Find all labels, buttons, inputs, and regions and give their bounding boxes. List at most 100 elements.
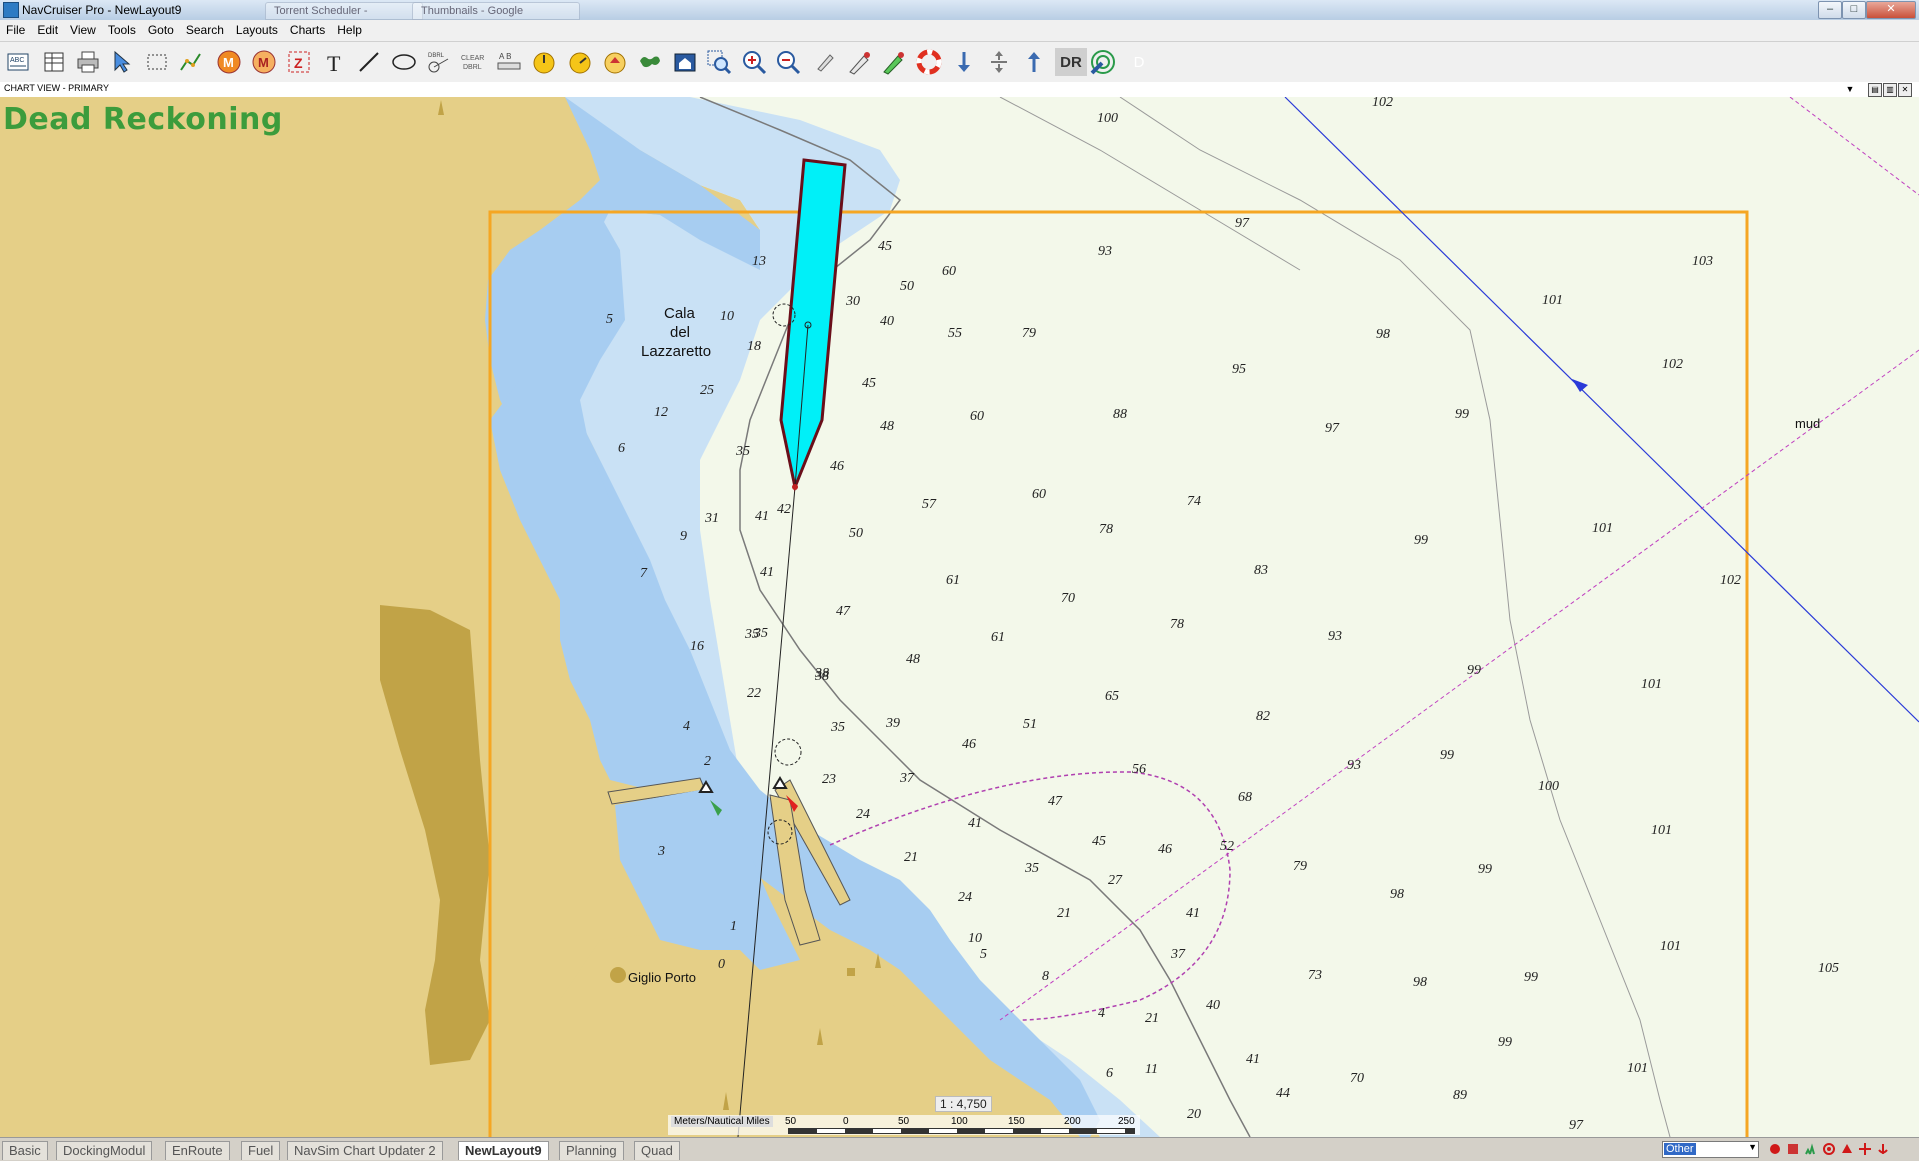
tab-fuel[interactable]: Fuel [241, 1141, 281, 1160]
mark-waypoint-icon[interactable]: M [250, 48, 278, 76]
depth-sounding: 45 [878, 239, 892, 254]
zoom-in-icon[interactable] [740, 48, 768, 76]
depth-sounding: 24 [856, 807, 870, 822]
gps-icon[interactable] [1840, 1142, 1854, 1156]
depth-sounding: 61 [991, 630, 1005, 645]
depth-sounding: 13 [752, 254, 766, 269]
anchor-icon[interactable] [1876, 1142, 1890, 1156]
chevron-down-icon[interactable]: ▼ [1748, 1142, 1757, 1152]
maximize-button[interactable]: □ [1842, 1, 1866, 19]
route-list-icon[interactable]: ABC [4, 48, 32, 76]
text-icon[interactable]: T [321, 48, 349, 76]
depth-sounding: 100 [1538, 779, 1559, 794]
depth-sounding: 93 [1347, 758, 1361, 773]
select-rectangle-icon[interactable] [143, 48, 171, 76]
chart-view-selector[interactable]: CHART VIEW - PRIMARY ▼ ▤ ▥ ✕ [0, 82, 1919, 98]
depth-sounding: 93 [1328, 629, 1342, 644]
depth-sounding: 46 [1158, 842, 1172, 857]
depth-sounding: 105 [1818, 961, 1839, 976]
dead-reckoning-button[interactable]: DR [1055, 48, 1087, 76]
arrow-up-icon[interactable] [1020, 48, 1048, 76]
nautical-chart[interactable]: Cala del Lazzaretto Giglio Porto mud 100… [0, 97, 1919, 1137]
compass-icon[interactable] [601, 48, 629, 76]
menu-view[interactable]: View [64, 20, 102, 37]
green-pen-icon[interactable] [880, 48, 908, 76]
background-tab[interactable]: Torrent Scheduler - Windows [265, 2, 423, 33]
scale-tick: 200 [1064, 1116, 1081, 1127]
view-layout-icon[interactable]: ▤ [1868, 83, 1882, 97]
alarm-icon[interactable] [1786, 1142, 1800, 1156]
menu-charts[interactable]: Charts [284, 20, 331, 37]
depth-sounding: 89 [1453, 1088, 1467, 1103]
minimize-button[interactable]: – [1818, 1, 1842, 19]
menu-layouts[interactable]: Layouts [230, 20, 284, 37]
tab-basic[interactable]: Basic [2, 1141, 48, 1160]
ellipse-icon[interactable] [390, 48, 418, 76]
signal-icon[interactable] [1804, 1142, 1818, 1156]
d-button[interactable]: D [1125, 48, 1153, 76]
draw-pen-icon[interactable] [846, 48, 874, 76]
close-button[interactable]: ✕ [1866, 1, 1916, 19]
pencil-icon[interactable] [811, 48, 839, 76]
target-icon[interactable] [1822, 1142, 1836, 1156]
arrow-down-icon[interactable] [950, 48, 978, 76]
depth-sounding: 97 [1235, 216, 1250, 231]
depth-sounding: 11 [1145, 1062, 1158, 1077]
tab-newlayout9[interactable]: NewLayout9 [458, 1141, 549, 1160]
depth-sounding: 79 [1022, 326, 1036, 341]
tab-planning[interactable]: Planning [559, 1141, 624, 1160]
tab-quad[interactable]: Quad [634, 1141, 680, 1160]
menu-tools[interactable]: Tools [102, 20, 142, 37]
depth-sounding: 18 [747, 339, 761, 354]
record-icon[interactable] [1768, 1142, 1782, 1156]
chevron-down-icon[interactable]: ▼ [1844, 83, 1856, 95]
compass-icon[interactable] [566, 48, 594, 76]
radar-icon[interactable] [1089, 48, 1117, 76]
zone-icon[interactable]: Z [285, 48, 313, 76]
status-select[interactable]: Other ▼ [1662, 1141, 1759, 1158]
view-close-icon[interactable]: ✕ [1898, 83, 1912, 97]
select-arrow-icon[interactable] [108, 48, 136, 76]
depth-sounding: 20 [1187, 1107, 1201, 1122]
menu-edit[interactable]: Edit [31, 20, 64, 37]
chart-map[interactable]: Cala del Lazzaretto Giglio Porto mud 100… [0, 97, 1919, 1137]
zoom-window-icon[interactable] [705, 48, 733, 76]
depth-sounding: 60 [970, 409, 984, 424]
depth-sounding: 46 [962, 737, 976, 752]
ab-ruler-icon[interactable]: A B [495, 48, 523, 76]
place-name: del [670, 324, 690, 341]
depth-sounding: 3 [657, 844, 665, 859]
depth-sounding: 70 [1061, 591, 1075, 606]
split-arrows-icon[interactable] [985, 48, 1013, 76]
depth-sounding: 55 [948, 326, 962, 341]
depth-sounding: 37 [899, 771, 915, 786]
depth-sounding: 99 [1467, 663, 1481, 678]
tab-docking[interactable]: DockingModul [56, 1141, 153, 1160]
menu-goto[interactable]: Goto [142, 20, 180, 37]
world-map-icon[interactable] [636, 48, 664, 76]
tab-enroute[interactable]: EnRoute [165, 1141, 230, 1160]
dbrl-icon[interactable]: DBRL [425, 48, 453, 76]
compass-status-icon[interactable] [1858, 1142, 1872, 1156]
tab-navsim-updater[interactable]: NavSim Chart Updater 2 [287, 1141, 443, 1160]
svg-text:T: T [327, 51, 341, 75]
print-icon[interactable] [74, 48, 102, 76]
table-icon[interactable] [40, 48, 68, 76]
line-icon[interactable] [355, 48, 383, 76]
man-overboard-icon[interactable]: M [215, 48, 243, 76]
menu-file[interactable]: File [0, 20, 31, 37]
view-split-icon[interactable]: ▥ [1883, 83, 1897, 97]
compass-icon[interactable] [530, 48, 558, 76]
zoom-out-icon[interactable] [774, 48, 802, 76]
route-tool-icon[interactable] [177, 48, 205, 76]
clear-dbrl-icon[interactable]: CLEAR DBRL [460, 48, 488, 76]
depth-sounding: 57 [922, 497, 937, 512]
menu-search[interactable]: Search [180, 20, 230, 37]
depth-sounding: 83 [1254, 563, 1268, 578]
lifebuoy-icon[interactable] [915, 48, 943, 76]
home-icon[interactable] [671, 48, 699, 76]
menu-help[interactable]: Help [331, 20, 368, 37]
scale-units: Meters/Nautical Miles [671, 1116, 773, 1127]
background-tab[interactable]: Thumbnails - Google [412, 2, 580, 20]
depth-sounding: 51 [1023, 717, 1037, 732]
